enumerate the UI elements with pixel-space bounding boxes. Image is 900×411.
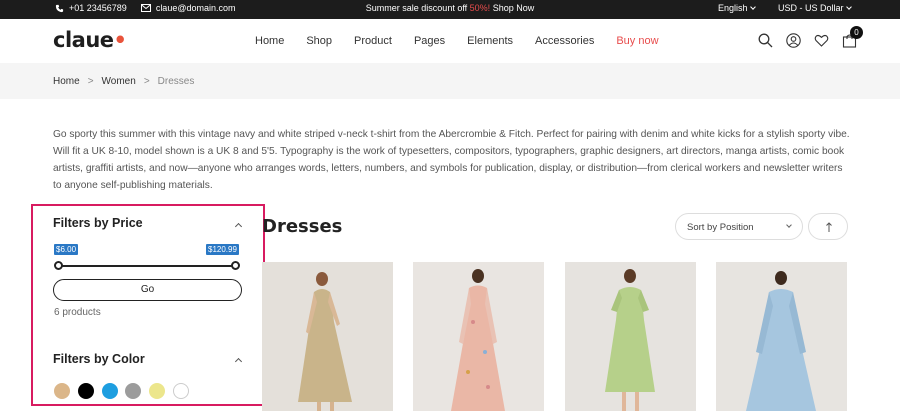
color-swatch-tan[interactable]	[54, 383, 70, 399]
user-icon	[786, 33, 801, 48]
dress-photo	[565, 262, 696, 411]
breadcrumb-home[interactable]: Home	[53, 76, 80, 87]
breadcrumb-separator: >	[143, 76, 150, 87]
listing-title: Dresses	[262, 216, 343, 237]
color-swatch-white[interactable]	[173, 383, 189, 399]
currency-selector[interactable]: USD - US Dollar	[778, 3, 852, 13]
promo-banner[interactable]: Summer sale discount off 50%! Shop Now	[0, 3, 900, 13]
header-icons: 0	[758, 26, 863, 48]
price-slider-min-handle[interactable]	[54, 261, 63, 270]
nav-shop[interactable]: Shop	[306, 35, 332, 47]
wishlist-button[interactable]	[814, 33, 829, 48]
nav-pages[interactable]: Pages	[414, 35, 445, 47]
apply-price-button[interactable]: Go	[53, 279, 242, 301]
filters-highlight-box	[31, 204, 265, 406]
sort-select[interactable]: Sort by Position	[675, 213, 803, 240]
dress-photo	[262, 262, 393, 411]
min-price-tag: $6.00	[54, 244, 79, 255]
top-bar: +01 23456789 claue@domain.com Summer sal…	[0, 0, 900, 19]
price-slider-track	[59, 265, 236, 267]
color-swatch-black[interactable]	[78, 383, 94, 399]
arrow-up-icon	[826, 222, 832, 232]
color-swatch-yellow[interactable]	[149, 383, 165, 399]
dress-photo	[413, 262, 544, 411]
product-image[interactable]	[716, 262, 847, 411]
chevron-down-icon	[845, 4, 852, 10]
search-button[interactable]	[758, 33, 773, 48]
logo-dot: •	[113, 28, 127, 52]
promo-link[interactable]: Shop Now	[490, 3, 535, 13]
nav-home[interactable]: Home	[255, 35, 284, 47]
color-swatch-gray[interactable]	[125, 383, 141, 399]
dress-photo	[716, 262, 847, 411]
breadcrumb-women[interactable]: Women	[102, 76, 136, 87]
breadcrumb-bar: Home > Women > Dresses	[0, 63, 900, 99]
product-image[interactable]	[413, 262, 544, 411]
logo-text: claue	[53, 28, 114, 52]
site-header: claue• Home Shop Product Pages Elements …	[0, 19, 900, 63]
heart-icon	[814, 34, 829, 47]
breadcrumb-separator: >	[87, 76, 94, 87]
language-selector[interactable]: English	[718, 3, 756, 13]
chevron-down-icon	[749, 4, 756, 10]
nav-product[interactable]: Product	[354, 35, 392, 47]
price-filter-title[interactable]: Filters by Price	[53, 216, 143, 230]
promo-percent: 50%!	[469, 3, 491, 13]
language-label: English	[718, 3, 748, 13]
sort-direction-button[interactable]	[808, 213, 848, 240]
color-swatch-blue[interactable]	[102, 383, 118, 399]
color-filter-title[interactable]: Filters by Color	[53, 352, 145, 366]
main-nav: Home Shop Product Pages Elements Accesso…	[255, 35, 681, 47]
breadcrumb-current: Dresses	[157, 76, 195, 87]
sort-label: Sort by Position	[687, 222, 754, 233]
product-count: 6 products	[54, 307, 101, 318]
chevron-down-icon	[786, 222, 792, 228]
nav-buy-now[interactable]: Buy now	[616, 35, 658, 47]
max-price-tag: $120.99	[206, 244, 239, 255]
category-description: Go sporty this summer with this vintage …	[53, 129, 850, 191]
promo-text: Summer sale discount off	[365, 3, 470, 13]
logo[interactable]: claue•	[53, 28, 127, 52]
price-slider-max-handle[interactable]	[231, 261, 240, 270]
nav-accessories[interactable]: Accessories	[535, 35, 594, 47]
product-image[interactable]	[565, 262, 696, 411]
nav-elements[interactable]: Elements	[467, 35, 513, 47]
cart-count-badge: 0	[850, 26, 863, 39]
currency-label: USD - US Dollar	[778, 3, 844, 13]
cart-button[interactable]: 0	[842, 26, 863, 48]
breadcrumb: Home > Women > Dresses	[53, 76, 194, 87]
search-icon	[758, 33, 773, 48]
product-image[interactable]	[262, 262, 393, 411]
account-button[interactable]	[786, 33, 801, 48]
